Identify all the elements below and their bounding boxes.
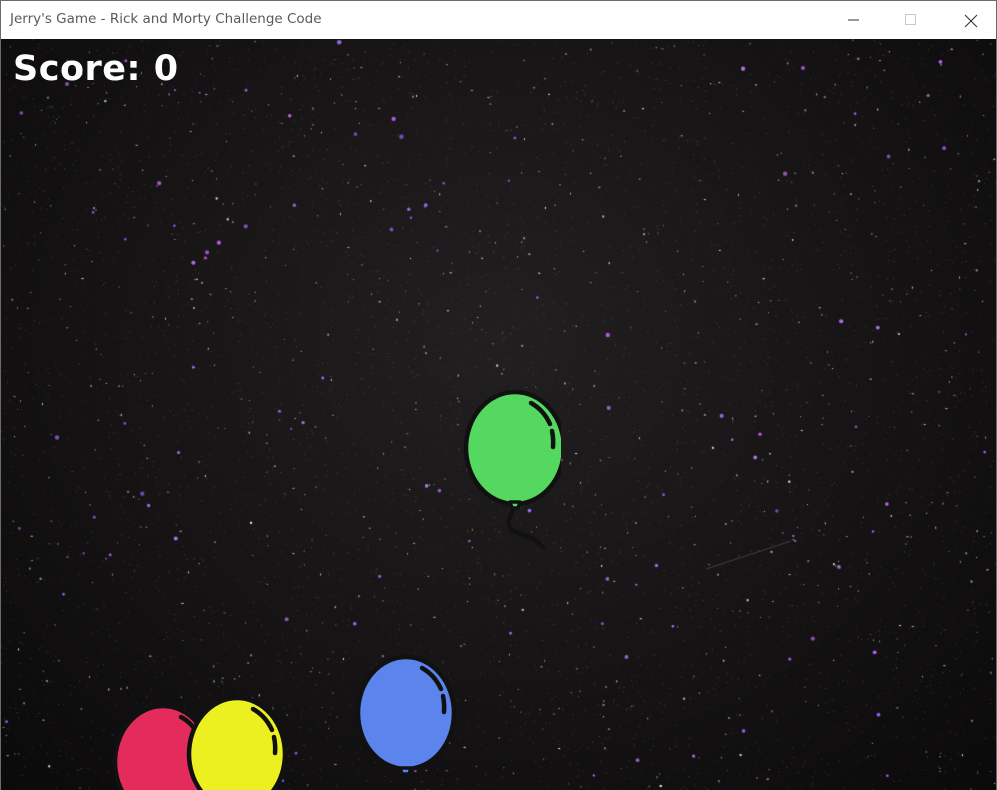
balloon-yellow[interactable] xyxy=(184,695,294,790)
balloon-blue[interactable] xyxy=(353,654,463,790)
score-value: 0 xyxy=(153,49,179,89)
maximize-icon xyxy=(905,14,916,25)
minimize-icon xyxy=(848,19,859,21)
balloon-green[interactable] xyxy=(461,389,561,554)
close-button[interactable] xyxy=(947,1,993,39)
maximize-button[interactable] xyxy=(888,1,934,39)
app-window: Jerry's Game - Rick and Morty Challenge … xyxy=(0,0,997,790)
window-title: Jerry's Game - Rick and Morty Challenge … xyxy=(10,11,322,27)
minimize-button[interactable] xyxy=(831,1,877,39)
score-display: Score: 0 xyxy=(13,49,179,89)
score-label: Score: xyxy=(13,49,141,89)
close-icon xyxy=(964,14,978,28)
game-canvas[interactable]: Score: 0 xyxy=(1,39,996,790)
title-bar[interactable]: Jerry's Game - Rick and Morty Challenge … xyxy=(1,1,996,39)
